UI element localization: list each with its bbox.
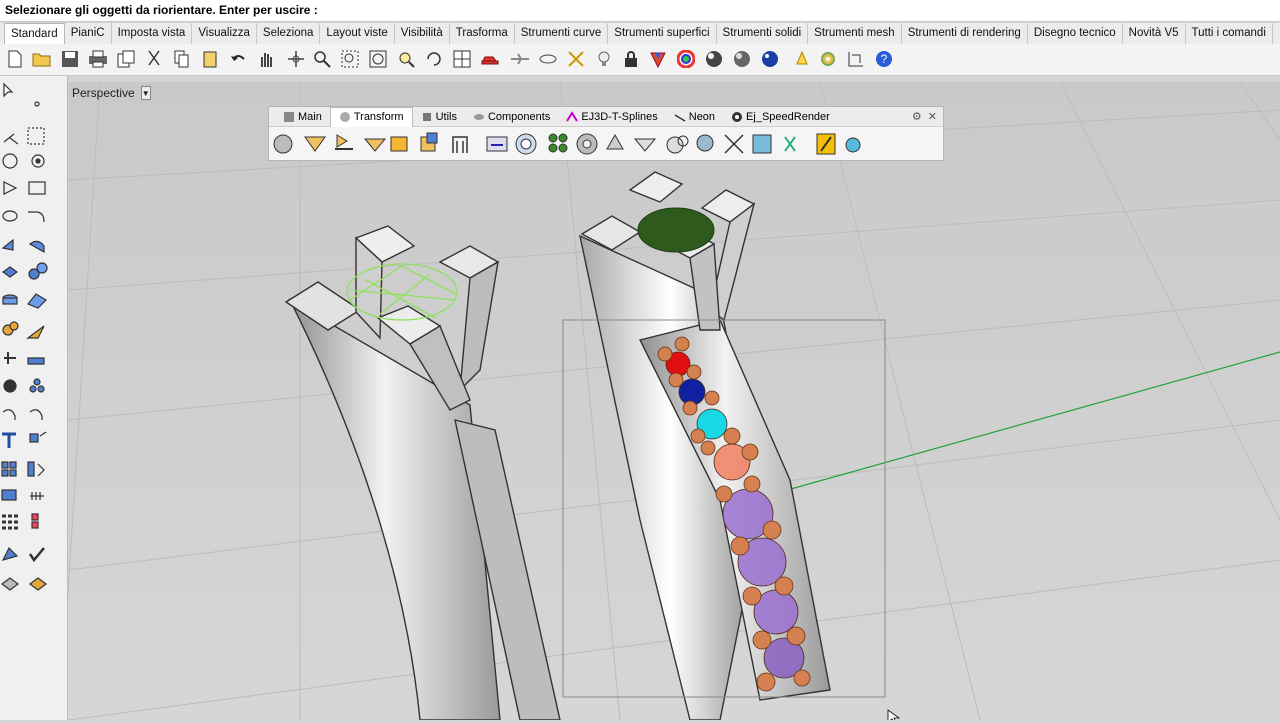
zoom-window-icon[interactable]: [340, 49, 360, 69]
tab-strumenti-rendering[interactable]: Strumenti di rendering: [902, 23, 1028, 44]
ftab-components-label: Components: [487, 110, 551, 123]
spotlight-icon[interactable]: [792, 49, 812, 69]
tab-standard[interactable]: Standard: [4, 23, 65, 44]
ftab-ej-speedrender-label: Ej_SpeedRender: [746, 110, 830, 123]
transform-tab-icon: [339, 111, 351, 123]
tab-visualizza[interactable]: Visualizza: [192, 23, 257, 44]
new-file-icon[interactable]: [5, 49, 25, 69]
zoom-icon[interactable]: [312, 49, 332, 69]
components-tab-icon: [473, 111, 485, 123]
ftab-neon-label: Neon: [688, 110, 716, 123]
ftab-components[interactable]: Components: [465, 107, 558, 127]
tsplines-tab-icon: [566, 110, 579, 123]
open-folder-icon[interactable]: [32, 49, 52, 69]
cut-icon[interactable]: [144, 49, 164, 69]
ftab-neon[interactable]: Neon: [666, 107, 723, 127]
undo-icon[interactable]: [228, 49, 248, 69]
rotate-icon[interactable]: [424, 49, 444, 69]
ftab-main[interactable]: Main: [275, 107, 330, 127]
lightbulb-icon[interactable]: [594, 49, 614, 69]
color-wheel-icon[interactable]: [676, 49, 696, 69]
pan-hand-icon[interactable]: [256, 49, 276, 69]
ftab-transform-label: Transform: [353, 111, 404, 123]
dimension-icon[interactable]: [846, 49, 866, 69]
viewport-name[interactable]: Perspective: [72, 86, 135, 100]
mouse-cursor-icon: [887, 709, 901, 720]
standard-toolbar: ?: [0, 44, 1280, 76]
tab-disegno-tecnico[interactable]: Disegno tecnico: [1028, 23, 1123, 44]
floating-toolbar: Main Transform Utils Components EJ3D-T-S…: [268, 106, 944, 161]
blue-sphere-icon[interactable]: [760, 49, 780, 69]
main-tab-icon: [283, 111, 295, 123]
ftab-main-label: Main: [298, 110, 322, 123]
viewport-layout-icon[interactable]: [452, 49, 472, 69]
save-icon[interactable]: [60, 49, 80, 69]
tab-strumenti-mesh[interactable]: Strumenti mesh: [808, 23, 902, 44]
left-toolbar-icons[interactable]: [0, 76, 68, 720]
toolbar-settings-gear-icon[interactable]: ⚙: [912, 110, 922, 123]
svg-text:?: ?: [881, 52, 888, 66]
neon-tab-icon: [674, 111, 686, 123]
airplane-icon[interactable]: [510, 49, 530, 69]
print-icon[interactable]: [88, 49, 108, 69]
zoom-extents-icon[interactable]: [368, 49, 388, 69]
tab-strumenti-superfici[interactable]: Strumenti superfici: [608, 23, 717, 44]
rotate-view-icon[interactable]: [286, 49, 306, 69]
ftab-utils[interactable]: Utils: [413, 107, 465, 127]
viewport-menu-arrow-icon[interactable]: ▼: [140, 86, 151, 100]
left-toolbar: [0, 76, 68, 720]
utils-tab-icon: [421, 111, 433, 123]
copy-icon[interactable]: [172, 49, 192, 69]
viewport-title[interactable]: Perspective ▼: [72, 84, 151, 102]
copy-doc-icon[interactable]: [116, 49, 136, 69]
render-sphere-icon[interactable]: [732, 49, 752, 69]
ring-left: [284, 225, 561, 720]
layer-icon[interactable]: [648, 49, 668, 69]
zoom-selected-icon[interactable]: [396, 49, 416, 69]
ftab-ej3d-t-splines[interactable]: EJ3D-T-Splines: [558, 107, 665, 127]
material-sphere-icon[interactable]: [704, 49, 724, 69]
viewport-perspective[interactable]: [68, 82, 1280, 720]
tab-trasforma[interactable]: Trasforma: [450, 23, 515, 44]
car-icon[interactable]: [480, 49, 500, 69]
green-gem-solid: [637, 207, 715, 253]
viewport-scene[interactable]: [68, 82, 1280, 720]
ftab-utils-label: Utils: [435, 110, 457, 123]
tab-imposta-vista[interactable]: Imposta vista: [112, 23, 193, 44]
tab-layout-viste[interactable]: Layout viste: [320, 23, 395, 44]
tab-pianic[interactable]: PianiC: [65, 23, 112, 44]
snap-grid-icon[interactable]: [566, 49, 586, 69]
speedrender-tab-icon: [731, 111, 743, 123]
ftab-ej-speedrender[interactable]: Ej_SpeedRender: [723, 107, 838, 127]
tab-seleziona[interactable]: Seleziona: [257, 23, 321, 44]
toolbar-close-icon[interactable]: ✕: [928, 110, 937, 123]
tab-strumenti-solidi[interactable]: Strumenti solidi: [717, 23, 809, 44]
paste-icon[interactable]: [200, 49, 220, 69]
tab-tutti-i-comandi[interactable]: Tutti i comandi: [1186, 23, 1273, 44]
toolbar-tabs: Standard PianiC Imposta vista Visualizza…: [0, 23, 1280, 44]
ftab-transform[interactable]: Transform: [329, 106, 413, 127]
options-gear-icon[interactable]: [818, 49, 838, 69]
floating-toolbar-tabs: Main Transform Utils Components EJ3D-T-S…: [269, 106, 943, 127]
help-icon[interactable]: ?: [874, 49, 894, 69]
tab-novita-v5[interactable]: Novità V5: [1123, 23, 1186, 44]
transform-tool-icons[interactable]: [269, 127, 943, 160]
tab-visibilita[interactable]: Visibilità: [395, 23, 450, 44]
cplane-icon[interactable]: [538, 49, 558, 69]
x-axis-line: [779, 351, 1280, 493]
command-prompt[interactable]: Selezionare gli oggetti da riorientare. …: [0, 0, 1280, 22]
ftab-ej3d-t-splines-label: EJ3D-T-Splines: [581, 110, 658, 123]
tab-strumenti-curve[interactable]: Strumenti curve: [515, 23, 609, 44]
command-prompt-text: Selezionare gli oggetti da riorientare. …: [5, 3, 318, 17]
lock-icon[interactable]: [621, 49, 641, 69]
